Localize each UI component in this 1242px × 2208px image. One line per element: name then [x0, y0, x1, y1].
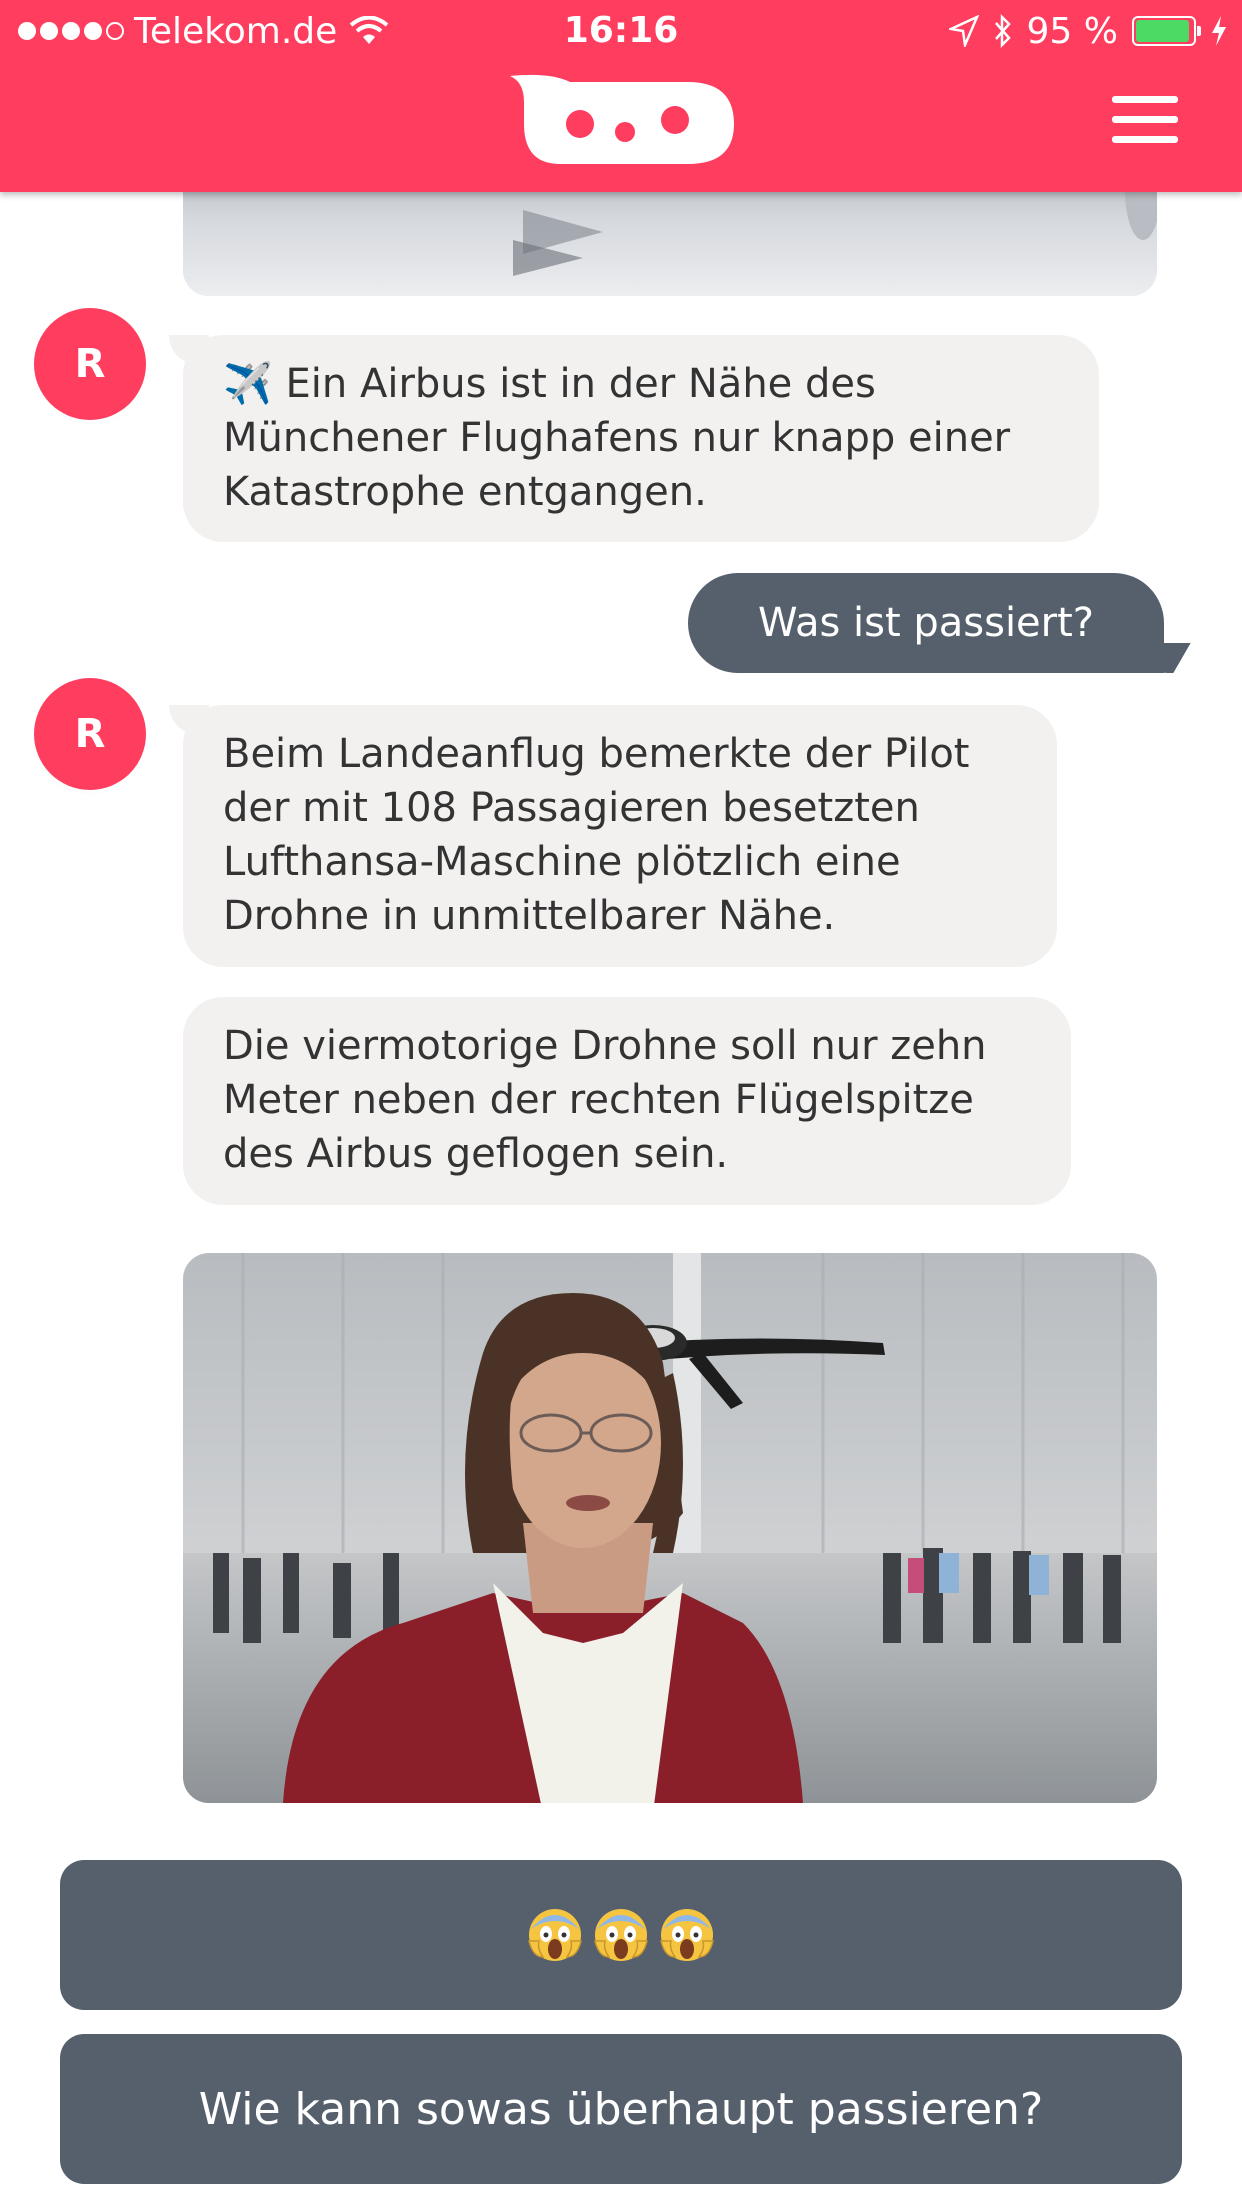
battery-percent: 95 % [1026, 10, 1118, 52]
bot-message-text: Die viermotorige Drohne soll nur zehn Me… [223, 1023, 987, 1177]
status-bar: Telekom.de 16:16 95 % [0, 0, 1242, 62]
bot-message-bubble: ✈️ Ein Airbus ist in der Nähe des Münche… [169, 335, 1099, 542]
emoji-reply [527, 1907, 715, 1963]
bot-message-bubble: Beim Landeanflug bemerkte der Pilot der … [169, 705, 1057, 967]
avatar-letter: R [74, 341, 106, 387]
battery-level-fill [1136, 20, 1190, 42]
bot-message-text: Beim Landeanflug bemerkte der Pilot der … [223, 731, 970, 939]
battery-icon [1132, 16, 1201, 46]
location-arrow-icon [948, 15, 979, 47]
bot-avatar: R [34, 678, 146, 790]
hamburger-menu-icon[interactable] [1112, 96, 1184, 144]
bot-avatar: R [34, 308, 146, 420]
bluetooth-icon [994, 14, 1011, 48]
bot-message-bubble: Die viermotorige Drohne soll nur zehn Me… [183, 997, 1071, 1205]
user-message-text: Was ist passiert? [757, 600, 1095, 646]
chat-bot-logo-icon[interactable] [510, 72, 734, 168]
bot-message-text: ✈️ Ein Airbus ist in der Nähe des Münche… [223, 361, 1011, 515]
quick-reply-label: Wie kann sowas überhaupt passieren? [198, 2083, 1044, 2135]
woman-drone-photo [183, 1253, 1157, 1803]
charging-bolt-icon [1212, 16, 1226, 46]
quick-reply-button[interactable] [60, 1860, 1182, 2010]
chat-gif-image[interactable] [183, 1253, 1157, 1803]
app-header: Telekom.de 16:16 95 % [0, 0, 1242, 192]
face-screaming-in-fear-icon [594, 1909, 648, 1961]
user-message-bubble: Was ist passiert? [688, 573, 1164, 673]
face-screaming-in-fear-icon [528, 1909, 582, 1961]
status-bar-right: 95 % [948, 10, 1228, 52]
face-screaming-in-fear-icon [660, 1909, 714, 1961]
quick-reply-button[interactable]: Wie kann sowas überhaupt passieren? [60, 2034, 1182, 2184]
avatar-letter: R [74, 711, 106, 757]
